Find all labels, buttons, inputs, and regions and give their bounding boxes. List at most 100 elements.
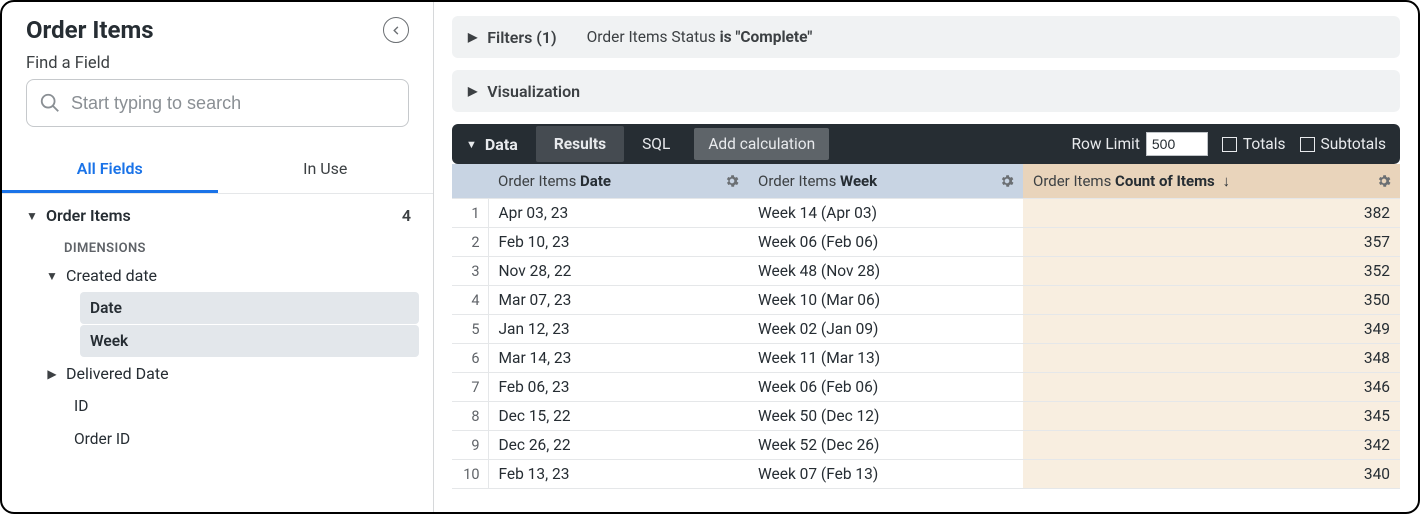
cell-week[interactable]: Week 48 (Nov 28) (748, 257, 1023, 286)
cell-count[interactable]: 342 (1023, 431, 1400, 460)
totals-label: Totals (1243, 135, 1286, 153)
cell-week[interactable]: Week 06 (Feb 06) (748, 228, 1023, 257)
data-bar: ▼ Data Results SQL Add calculation Row L… (452, 124, 1400, 164)
row-number: 10 (452, 460, 488, 489)
table-row: 7Feb 06, 23Week 06 (Feb 06)346 (452, 373, 1400, 402)
cell-date[interactable]: Feb 10, 23 (488, 228, 748, 257)
field-id[interactable]: ID (64, 390, 419, 422)
sort-desc-icon: ↓ (1223, 172, 1231, 190)
cell-date[interactable]: Mar 07, 23 (488, 286, 748, 315)
view-group-label: Order Items (46, 206, 131, 225)
totals-checkbox[interactable]: Totals (1222, 135, 1286, 153)
field-order-id[interactable]: Order ID (64, 423, 419, 455)
cell-date[interactable]: Dec 26, 22 (488, 431, 748, 460)
field-search-box[interactable] (26, 79, 409, 127)
cell-date[interactable]: Jan 12, 23 (488, 315, 748, 344)
row-limit-label: Row Limit (1071, 135, 1139, 153)
col-header-prefix: Order Items (498, 172, 580, 190)
cell-date[interactable]: Apr 03, 23 (488, 199, 748, 228)
caret-down-icon: ▼ (24, 209, 40, 223)
subtotals-checkbox[interactable]: Subtotals (1300, 135, 1386, 153)
caret-right-icon: ▶ (468, 30, 477, 44)
cell-week[interactable]: Week 07 (Feb 13) (748, 460, 1023, 489)
dimension-group-label: Delivered Date (66, 364, 169, 383)
table-row: 2Feb 10, 23Week 06 (Feb 06)357 (452, 228, 1400, 257)
cell-count[interactable]: 346 (1023, 373, 1400, 402)
table-row: 9Dec 26, 22Week 52 (Dec 26)342 (452, 431, 1400, 460)
cell-count[interactable]: 345 (1023, 402, 1400, 431)
cell-week[interactable]: Week 14 (Apr 03) (748, 199, 1023, 228)
table-row: 4Mar 07, 23Week 10 (Mar 06)350 (452, 286, 1400, 315)
subtotals-label: Subtotals (1321, 135, 1386, 153)
field-created-date-week[interactable]: Week (80, 325, 419, 357)
field-picker-sidebar: Order Items Find a Field All Fields In U… (2, 2, 434, 512)
cell-date[interactable]: Feb 06, 23 (488, 373, 748, 402)
field-search-input[interactable] (71, 93, 396, 114)
cell-date[interactable]: Nov 28, 22 (488, 257, 748, 286)
gear-icon[interactable] (1376, 173, 1392, 189)
add-calculation-button[interactable]: Add calculation (694, 128, 829, 160)
explore-title: Order Items (26, 16, 154, 44)
column-header-week[interactable]: Order Items Week (748, 164, 1023, 199)
cell-count[interactable]: 350 (1023, 286, 1400, 315)
dimension-group-created-date[interactable]: ▼ Created date (16, 260, 419, 291)
cell-count[interactable]: 349 (1023, 315, 1400, 344)
cell-date[interactable]: Dec 15, 22 (488, 402, 748, 431)
search-icon (39, 92, 61, 114)
cell-count[interactable]: 340 (1023, 460, 1400, 489)
filters-panel-toggle[interactable]: ▶ Filters (1) (468, 28, 557, 47)
filters-label: Filters (1) (487, 28, 556, 47)
row-number-header (452, 164, 488, 199)
tab-all-fields[interactable]: All Fields (2, 147, 218, 193)
cell-date[interactable]: Mar 14, 23 (488, 344, 748, 373)
tab-in-use[interactable]: In Use (218, 147, 434, 193)
gear-icon[interactable] (999, 173, 1015, 189)
row-number: 8 (452, 402, 488, 431)
dimension-group-label: Created date (66, 266, 157, 285)
cell-week[interactable]: Week 11 (Mar 13) (748, 344, 1023, 373)
row-limit-input[interactable] (1146, 132, 1208, 156)
cell-count[interactable]: 348 (1023, 344, 1400, 373)
col-header-prefix: Order Items (1033, 172, 1115, 190)
gear-icon[interactable] (724, 173, 740, 189)
table-row: 10Feb 13, 23Week 07 (Feb 13)340 (452, 460, 1400, 489)
cell-week[interactable]: Week 50 (Dec 12) (748, 402, 1023, 431)
row-number: 2 (452, 228, 488, 257)
row-number: 3 (452, 257, 488, 286)
cell-week[interactable]: Week 06 (Feb 06) (748, 373, 1023, 402)
caret-down-icon: ▼ (44, 269, 60, 283)
view-group-order-items[interactable]: ▼ Order Items 4 (16, 200, 419, 231)
visualization-label: Visualization (487, 82, 580, 101)
table-row: 3Nov 28, 22Week 48 (Nov 28)352 (452, 257, 1400, 286)
filter-summary-prefix: Order Items Status (587, 28, 720, 46)
cell-week[interactable]: Week 52 (Dec 26) (748, 431, 1023, 460)
column-header-count[interactable]: Order Items Count of Items ↓ (1023, 164, 1400, 199)
tab-results[interactable]: Results (536, 126, 624, 162)
cell-count[interactable]: 352 (1023, 257, 1400, 286)
cell-week[interactable]: Week 02 (Jan 09) (748, 315, 1023, 344)
dimensions-header: DIMENSIONS (16, 231, 419, 260)
visualization-panel-toggle[interactable]: ▶ Visualization (468, 82, 580, 101)
col-header-prefix: Order Items (758, 172, 840, 190)
data-panel-toggle[interactable]: ▼ Data (466, 135, 536, 154)
cell-count[interactable]: 357 (1023, 228, 1400, 257)
column-header-date[interactable]: Order Items Date (488, 164, 748, 199)
row-number: 7 (452, 373, 488, 402)
cell-date[interactable]: Feb 13, 23 (488, 460, 748, 489)
filter-summary-value: is "Complete" (720, 28, 813, 46)
cell-week[interactable]: Week 10 (Mar 06) (748, 286, 1023, 315)
dimension-group-delivered-date[interactable]: ▶ Delivered Date (16, 358, 419, 389)
row-number: 1 (452, 199, 488, 228)
results-table: Order Items Date Order Items Week (452, 164, 1400, 489)
checkbox-icon (1300, 137, 1315, 152)
collapse-sidebar-button[interactable] (383, 17, 409, 43)
cell-count[interactable]: 382 (1023, 199, 1400, 228)
row-number: 9 (452, 431, 488, 460)
find-field-label: Find a Field (2, 54, 433, 73)
caret-right-icon: ▶ (44, 367, 60, 381)
row-number: 4 (452, 286, 488, 315)
tab-sql[interactable]: SQL (624, 126, 688, 162)
row-number: 6 (452, 344, 488, 373)
field-created-date-date[interactable]: Date (80, 292, 419, 324)
main-panel: ▶ Filters (1) Order Items Status is "Com… (434, 2, 1418, 512)
